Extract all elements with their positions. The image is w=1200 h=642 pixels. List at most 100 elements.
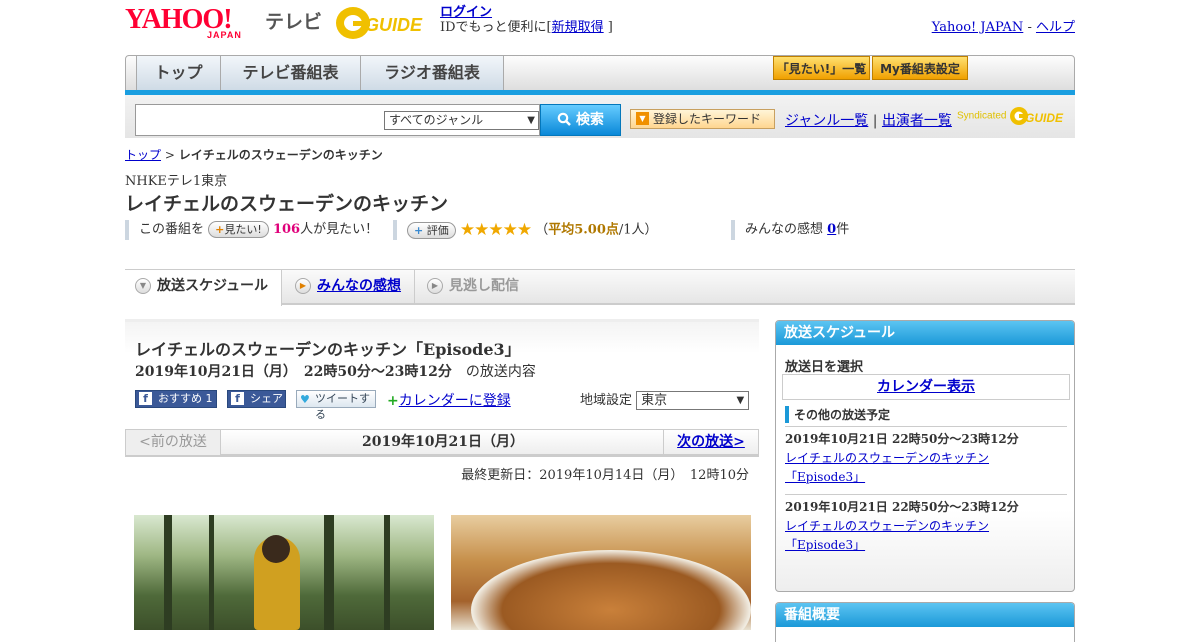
slot-episode-link[interactable]: 「Episode3」 xyxy=(785,470,865,484)
login-link[interactable]: ログイン xyxy=(440,5,492,20)
avg-open: （ xyxy=(535,222,549,238)
mitai-prefix: この番組を xyxy=(139,222,205,237)
tab-catchup-label: 見逃し配信 xyxy=(449,278,519,294)
registered-keyword-label: 登録したキーワード xyxy=(653,112,762,126)
tab-schedule[interactable]: ▼ 放送スケジュール xyxy=(125,270,282,306)
next-broadcast-link[interactable]: 次の放送> xyxy=(677,434,745,450)
gguide-small-logo: GUIDE xyxy=(1010,107,1064,125)
broadcast-slot: 2019年10月21日 22時50分～23時12分 レイチェルのスウェーデンのキ… xyxy=(785,426,1067,487)
slot-time: 2019年10月21日 22時50分～23時12分 xyxy=(785,500,1019,514)
chevron-down-icon: ▼ xyxy=(527,115,535,126)
syndicated-text: Syndicated xyxy=(957,110,1007,122)
triangle-down-icon: ▼ xyxy=(636,112,649,125)
facebook-share-label: シェア xyxy=(250,392,283,405)
svg-text:GUIDE: GUIDE xyxy=(1025,111,1064,125)
calendar-display-link[interactable]: カレンダー表示 xyxy=(877,379,975,395)
service-name: テレビ xyxy=(265,11,323,33)
genre-select-value: すべてのジャンル xyxy=(389,113,484,127)
overview-box: 番組概要 xyxy=(775,602,1075,642)
episode-photo-dish xyxy=(451,515,751,630)
search-icon xyxy=(557,112,571,126)
main-content: レイチェルのスウェーデンのキッチン「Episode3」 2019年10月21日（… xyxy=(125,319,759,630)
avg-score: 平均5.00点 xyxy=(548,222,619,238)
mitai-button[interactable]: +見たい! xyxy=(208,221,269,238)
top-links: Yahoo! JAPAN - ヘルプ xyxy=(932,16,1075,35)
tab-catchup: ▶ 見逃し配信 xyxy=(417,270,547,304)
impressions-unit: 件 xyxy=(836,222,850,237)
genre-select[interactable]: すべてのジャンル ▼ xyxy=(384,111,539,130)
search-button[interactable]: 検索 xyxy=(540,104,621,136)
mitai-suffix: 人が見たい！ xyxy=(300,222,379,237)
registered-keyword-button[interactable]: ▼ 登録したキーワード xyxy=(630,109,775,129)
region-select-value: 東京 xyxy=(641,393,668,408)
search-bar: すべてのジャンル ▼ 検索 ▼ 登録したキーワード ジャンル一覧 | 出演者一覧… xyxy=(125,95,1075,138)
nav-tab-top[interactable]: トップ xyxy=(136,56,221,90)
select-date-label: 放送日を選択 xyxy=(785,360,864,375)
food-plate xyxy=(471,550,751,630)
page: YAHOO! JAPAN テレビ GUIDE ログイン IDでもっと便利に[新規… xyxy=(125,0,1075,642)
breadcrumb-sep: > xyxy=(161,148,179,162)
calendar-add: +カレンダーに登録 xyxy=(387,390,511,410)
impressions-count-link[interactable]: 0 xyxy=(827,222,836,237)
nav-tab-radio[interactable]: ラジオ番組表 xyxy=(361,56,504,90)
rate-button-label: 評価 xyxy=(426,223,449,237)
episode-photo-forest xyxy=(134,515,434,630)
plus-icon: + xyxy=(215,223,225,236)
rate-button[interactable]: + 評価 xyxy=(407,221,456,239)
chevron-down-icon: ▼ xyxy=(135,278,151,294)
cast-list-link[interactable]: 出演者一覧 xyxy=(882,113,952,129)
genre-links-divider: | xyxy=(872,113,878,129)
nav-tab-tv[interactable]: テレビ番組表 xyxy=(221,56,361,90)
avg-count: /1人） xyxy=(618,222,658,238)
help-link[interactable]: ヘルプ xyxy=(1036,20,1075,35)
facebook-share-button[interactable]: f シェア xyxy=(227,390,286,408)
rating-section: + 評価 ★★★★★ （平均5.00点/1人） xyxy=(393,220,658,240)
yahoo-logo-sub: JAPAN xyxy=(207,30,242,40)
my-settings-button[interactable]: My番組表設定 xyxy=(872,56,968,80)
episode-date-suffix: の放送内容 xyxy=(465,364,536,380)
episode-header: レイチェルのスウェーデンのキッチン「Episode3」 2019年10月21日（… xyxy=(125,319,759,427)
breadcrumb-current: レイチェルのスウェーデンのキッチン xyxy=(178,148,383,162)
calendar-display-button[interactable]: カレンダー表示 xyxy=(782,374,1070,400)
gguide-logo: GUIDE xyxy=(336,7,423,39)
plus-icon: + xyxy=(414,223,424,237)
impressions-section: みんなの感想 0件 xyxy=(731,220,849,240)
mitai-section: この番組を +見たい! 106人が見たい！ xyxy=(125,220,378,240)
login-close: ] xyxy=(603,20,613,35)
prev-broadcast: <前の放送 xyxy=(126,430,221,455)
mitai-count: 106 xyxy=(272,222,301,237)
current-broadcast-date: 2019年10月21日（月） xyxy=(362,434,524,450)
play-icon: ▶ xyxy=(427,278,443,294)
impressions-label: みんなの感想 xyxy=(745,222,824,237)
schedule-box: 放送スケジュール 放送日を選択 カレンダー表示 その他の放送予定 2019年10… xyxy=(775,320,1075,592)
broadcast-pager: <前の放送 2019年10月21日（月） 次の放送> xyxy=(125,429,759,457)
star-rating: ★★★★★ xyxy=(459,220,532,240)
signup-link[interactable]: 新規取得 xyxy=(552,20,604,35)
facebook-icon: f xyxy=(139,392,152,405)
yahoo-japan-link[interactable]: Yahoo! JAPAN xyxy=(932,20,1024,35)
tweet-button[interactable]: ♥ ツイートする xyxy=(296,390,376,421)
episode-title: レイチェルのスウェーデンのキッチン「Episode3」 xyxy=(135,340,521,359)
overview-box-header: 番組概要 xyxy=(776,603,1074,627)
region-select[interactable]: 東京 ▼ xyxy=(636,391,750,410)
next-broadcast: 次の放送> xyxy=(663,430,758,455)
region-label: 地域設定 xyxy=(580,393,633,408)
slot-title-link[interactable]: レイチェルのスウェーデンのキッチン xyxy=(785,519,989,533)
page-title: レイチェルのスウェーデンのキッチン xyxy=(125,193,449,215)
mitai-list-button[interactable]: 「見たい!」一覧 xyxy=(773,56,870,80)
top-links-sep: - xyxy=(1023,20,1036,35)
region-setting: 地域設定 東京 ▼ xyxy=(580,389,750,410)
calendar-add-link[interactable]: カレンダーに登録 xyxy=(399,393,511,409)
episode-date-line: 2019年10月21日（月） 22時50分～23時12分 の放送内容 xyxy=(135,361,536,381)
tab-impressions[interactable]: ▶ みんなの感想 xyxy=(285,270,415,304)
chevron-down-icon: ▼ xyxy=(736,395,745,406)
main-nav: トップ テレビ番組表 ラジオ番組表 「見たい!」一覧 My番組表設定 xyxy=(125,55,1075,93)
program-info-bar: この番組を +見たい! 106人が見たい！ + 評価 ★★★★★ （平均5.00… xyxy=(125,220,1075,242)
slot-episode-link[interactable]: 「Episode3」 xyxy=(785,538,865,552)
tab-impressions-label: みんなの感想 xyxy=(317,278,401,294)
genre-list-link[interactable]: ジャンル一覧 xyxy=(785,113,868,129)
slot-title-link[interactable]: レイチェルのスウェーデンのキッチン xyxy=(785,451,989,465)
facebook-recommend-button[interactable]: f おすすめ 1 xyxy=(135,390,217,408)
breadcrumb-home-link[interactable]: トップ xyxy=(125,148,161,162)
yahoo-tv-logo[interactable]: YAHOO! JAPAN テレビ xyxy=(125,4,322,40)
